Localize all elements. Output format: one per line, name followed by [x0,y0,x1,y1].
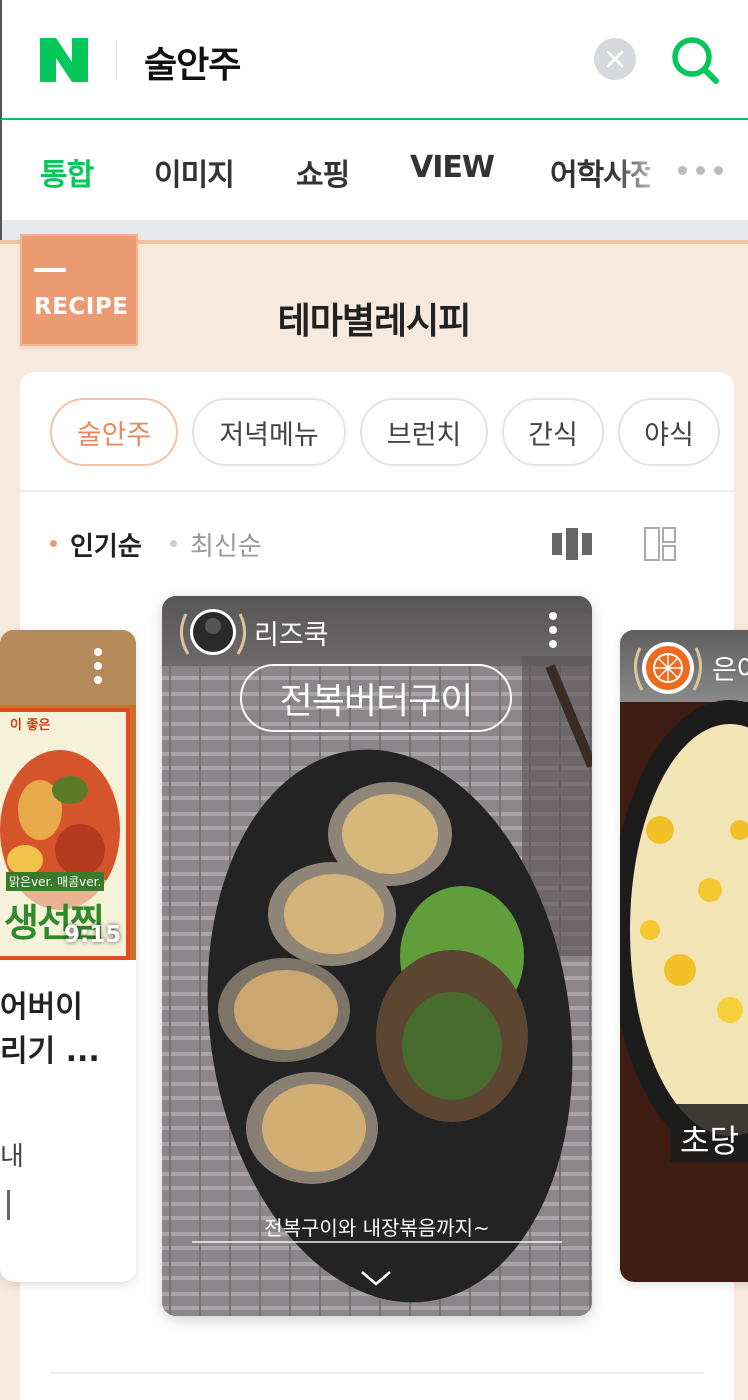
column-view-icon[interactable] [552,528,592,564]
tab-shopping[interactable]: 쇼핑 [296,150,350,194]
thumb-overlay-top: 이 좋은 [10,718,51,733]
recipe-card-right[interactable]: 은아 초당 [620,630,748,1282]
card-menu-icon[interactable] [549,612,557,648]
header-divider [116,40,117,80]
sort-latest[interactable]: 최신순 [190,526,262,563]
recipe-section-title: 테마별레시피 [277,301,472,342]
grid-view-icon[interactable] [644,527,676,565]
tabs-fade [612,120,672,220]
author-avatar[interactable] [630,634,706,698]
video-duration: 9:15 [64,922,122,948]
card-desc-fragment [0,1190,10,1220]
recipe-card-main[interactable]: 리즈쿡 전복버터구이 전복구이와 내장볶음까지~ [162,596,592,1316]
sort-inactive-dot [170,540,177,547]
search-icon [672,37,719,84]
search-button[interactable] [670,34,722,86]
sort-popular[interactable]: 인기순 [70,526,142,563]
recipe-card-left[interactable]: 이 좋은 맑은ver. 매콤ver. 생선찜 9:15 어버이 리기 ... 내 [0,630,136,1282]
chip-late-night[interactable]: 야식 [618,398,720,466]
thumb-overlay-title: 초당 [680,1122,739,1160]
more-tabs-icon[interactable] [678,166,723,175]
title-overlay: 전복버터구이 [279,681,474,722]
naver-logo[interactable] [40,38,88,82]
search-tabs: 통합 이미지 쇼핑 VIEW 어학사전 [0,120,748,220]
chip-snack[interactable]: 간식 [502,398,604,466]
recipe-thumbnail-right [620,630,748,1282]
theme-chips: 술안주 저녁메뉴 브런치 간식 야식 [20,372,734,492]
search-query-text[interactable]: 술안주 [144,36,241,88]
search-header: 술안주 [0,0,748,120]
card-desc-line1: 내 [0,1142,24,1172]
tab-all[interactable]: 통합 [40,150,94,194]
tab-view[interactable]: VIEW [410,150,495,185]
chip-dinner[interactable]: 저녁메뉴 [192,398,346,466]
sort-active-dot [50,540,57,547]
thumb-overlay-tag: 맑은ver. 매콤ver. [6,872,105,891]
author-name[interactable]: 은아 [712,648,748,687]
card-title-line2: 리기 ... [0,1034,100,1069]
close-icon [606,50,624,68]
card-menu-icon[interactable] [94,648,102,684]
author-name[interactable]: 리즈쿡 [254,613,329,652]
chip-brunch[interactable]: 브런치 [360,398,488,466]
card-title-line1: 어버이 [0,990,83,1025]
thumb-caption: 전복구이와 내장볶음까지~ [264,1216,490,1240]
section-bottom-divider [50,1372,704,1374]
tab-images[interactable]: 이미지 [154,150,235,194]
clear-search-button[interactable] [594,38,636,80]
author-avatar[interactable] [174,604,252,662]
chip-anju[interactable]: 술안주 [50,398,178,466]
